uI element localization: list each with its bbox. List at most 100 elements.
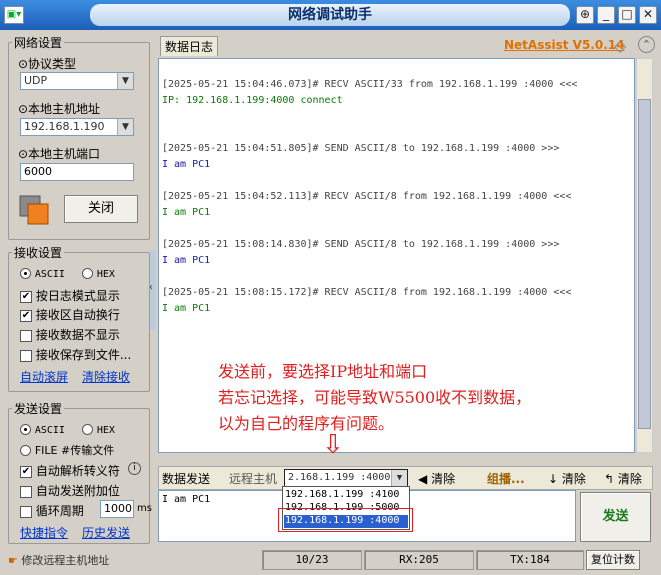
checkmark-icon: ✔ [20,465,32,478]
escape-parse-checkbox[interactable]: ✔ 自动解析转义符 [20,462,120,479]
pin-icon[interactable]: ⊕ [576,6,594,24]
recv-hide-checkbox[interactable]: 接收数据不显示 [20,326,120,343]
checkmark-icon: ✔ [20,290,32,303]
tab-data-log[interactable]: 数据日志 [160,36,219,56]
log-scrollbar[interactable] [636,58,653,453]
recv-save-checkbox[interactable]: 接收保存到文件... [20,346,131,363]
diamond-icon[interactable]: ◇ [614,36,626,55]
radio-selected-icon [20,268,31,279]
maximize-button[interactable]: □ [618,6,636,24]
chevron-down-icon: ▼ [117,119,133,135]
radio-icon [82,268,93,279]
clear2-label: 清除 [561,472,586,486]
remote-host-label: 远程主机 [229,472,278,486]
local-host-select[interactable]: 192.168.1.190 ▼ [20,118,134,136]
local-port-input[interactable]: 6000 [20,163,134,181]
recv-wrap-checkbox[interactable]: ✔ 接收区自动换行 [20,306,120,323]
checkbox-icon [20,329,32,342]
clear-button-2[interactable]: ↓ 清除 [548,470,586,487]
clear3-label: 清除 [617,472,642,486]
status-hint: ☛ 修改远程主机地址 [8,552,109,568]
send-hex-label: HEX [96,425,115,436]
collapse-arrow-icon[interactable]: ‹ [149,282,153,293]
recv-hex-radio[interactable]: HEX [82,266,115,280]
log-entry-body: I am PC1 [162,303,211,314]
radio-icon [20,445,31,456]
annotation-line1: 发送前，要选择IP地址和端口 [218,362,428,381]
recv-ascii-label: ASCII [34,269,65,280]
auto-scroll-link[interactable]: 自动滚屏 [20,368,68,385]
protocol-value: UDP [24,74,48,87]
log-entry-header: [2025-05-21 15:04:46.073]# RECV ASCII/33… [162,79,578,90]
arrow-down-icon: ↓ [548,472,559,486]
status-rx: RX:205 [364,550,474,570]
loop-period-checkbox[interactable]: 循环周期 [20,502,84,519]
log-entry-body: I am PC1 [162,159,211,170]
log-entry-body: I am PC1 [162,255,211,266]
log-entry-header: [2025-05-21 15:08:15.172]# RECV ASCII/8 … [162,287,572,298]
annotation-arrow-icon: ⇩ [322,430,344,460]
chevron-down-icon: ▼ [391,470,407,486]
system-menu-icon[interactable]: ▣▾ [4,6,24,24]
reset-count-button[interactable]: 复位计数 [586,550,640,570]
window-title: 网络调试助手 [90,4,570,26]
protocol-select[interactable]: UDP ▼ [20,72,134,90]
send-file-label: FILE #传输文件 [34,444,115,457]
clear-recv-link[interactable]: 清除接收 [82,368,130,385]
log-entry-body: IP: 192.168.1.199:4000 connect [162,95,343,106]
shortcut-link[interactable]: 快捷指令 [20,524,68,541]
collapse-up-icon[interactable]: ⌃ [638,36,655,53]
local-host-value: 192.168.1.190 [24,120,105,133]
clear-button-3[interactable]: ↰ 清除 [604,470,642,487]
clear-remote-label: 清除 [431,472,456,486]
status-count: 10/23 [262,550,362,570]
recv-ascii-radio[interactable]: ASCII [20,266,65,280]
recv-log-mode-checkbox[interactable]: ✔ 按日志模式显示 [20,287,120,304]
host-label: ⊙本地主机地址 [18,102,101,116]
append-bit-checkbox[interactable]: 自动发送附加位 [20,482,120,499]
send-opt1-label: 自动解析转义符 [35,464,120,478]
minimize-button[interactable]: _ [597,6,615,24]
history-link[interactable]: 历史发送 [82,524,130,541]
dropdown-option[interactable]: 192.168.1.199 :4100 [285,489,399,500]
annotation-line3: 以为自己的程序有问题。 [218,414,395,433]
remote-host-value: 2.168.1.199 :4000 [288,472,391,483]
recv-opt2-label: 接收区自动换行 [35,308,120,322]
protocol-label: ⊙协议类型 [18,57,77,71]
scroll-thumb[interactable] [638,99,651,429]
annotation-highlight-box [278,508,413,532]
log-entry-header: [2025-05-21 15:04:52.113]# RECV ASCII/8 … [162,191,572,202]
net-settings-title: 网络设置 [12,34,65,51]
period-input[interactable]: 1000 [100,500,134,518]
log-entry-header: [2025-05-21 15:08:14.830]# SEND ASCII/8 … [162,239,560,250]
send-hex-radio[interactable]: HEX [82,422,115,436]
tab-data-send[interactable]: 数据发送 [162,470,210,487]
recv-settings-title: 接收设置 [12,244,65,261]
arrow-return-icon: ↰ [604,472,615,486]
connection-status-icon [18,194,50,226]
radio-selected-icon [20,424,31,435]
remote-host-select[interactable]: 2.168.1.199 :4000 ▼ [284,469,408,487]
radio-icon [82,424,93,435]
clear-remote-button[interactable]: ◀ 清除 [418,470,455,487]
close-connection-button[interactable]: 关闭 [64,195,138,223]
recv-opt3-label: 接收数据不显示 [35,328,120,342]
checkmark-icon: ✔ [20,309,32,322]
info-icon[interactable]: i [128,462,141,475]
send-opt2-label: 自动发送附加位 [35,484,120,498]
recv-opt4-label: 接收保存到文件... [35,348,132,362]
send-ascii-label: ASCII [34,425,65,436]
send-ascii-radio[interactable]: ASCII [20,422,65,436]
recv-opt1-label: 按日志模式显示 [35,289,120,303]
multicast-button[interactable]: 组播... [487,470,525,487]
status-tx: TX:184 [476,550,584,570]
close-window-button[interactable]: ✕ [639,6,657,24]
checkbox-icon [20,505,32,518]
chevron-down-icon: ▼ [117,73,133,89]
recv-hex-label: HEX [96,269,115,280]
send-button[interactable]: 发送 [580,492,651,542]
brand-link[interactable]: NetAssist V5.0.14 [504,38,624,52]
send-file-radio[interactable]: FILE #传输文件 [20,442,114,458]
send-opt3-label: 循环周期 [35,504,84,518]
send-settings-title: 发送设置 [12,400,65,417]
